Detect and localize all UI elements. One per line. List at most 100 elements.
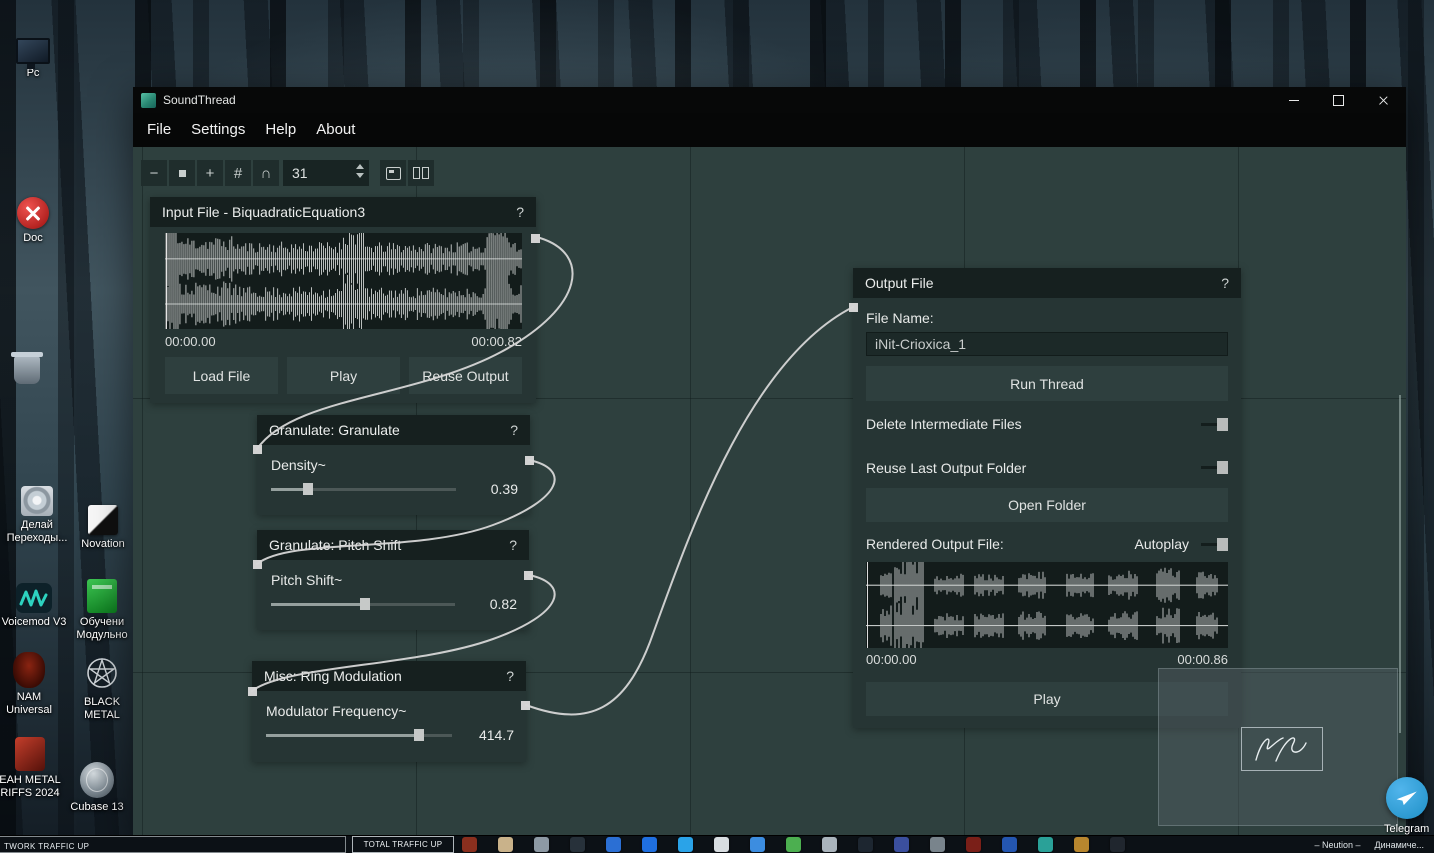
taskbar-app-icon[interactable] <box>1038 837 1053 852</box>
file-name-input[interactable] <box>866 332 1228 356</box>
menu-settings[interactable]: Settings <box>181 113 255 147</box>
density-slider[interactable] <box>271 483 456 495</box>
desktop-icon-obuchenie[interactable]: Обучени Модульно <box>66 575 138 642</box>
output-port[interactable] <box>531 234 540 243</box>
node-header[interactable]: Output File ? <box>853 268 1241 298</box>
help-icon[interactable]: ? <box>510 422 518 438</box>
close-button[interactable] <box>1361 87 1406 113</box>
pitch-shift-slider[interactable] <box>271 598 455 610</box>
select-tool-button[interactable] <box>169 160 195 186</box>
node-header[interactable]: Granulate: Granulate ? <box>257 415 530 445</box>
node-title: Granulate: Granulate <box>269 422 400 438</box>
input-port[interactable] <box>849 303 858 312</box>
slider-handle[interactable] <box>413 729 424 741</box>
reuse-output-button[interactable]: Reuse Output <box>409 357 522 394</box>
taskbar-app-icon[interactable] <box>750 837 765 852</box>
desktop-icon-nam-universal[interactable]: NAM Universal <box>0 650 62 717</box>
node-output-file[interactable]: Output File ? File Name: Run Thread Dele… <box>849 268 1241 728</box>
reuse-folder-toggle[interactable] <box>1201 461 1228 474</box>
slider-handle[interactable] <box>359 598 370 610</box>
help-icon[interactable]: ? <box>509 537 517 553</box>
input-waveform[interactable] <box>165 233 522 329</box>
taskbar-app-icon[interactable] <box>930 837 945 852</box>
taskbar-app-icon[interactable] <box>534 837 549 852</box>
taskbar-app-icon[interactable] <box>786 837 801 852</box>
taskbar-app-icon[interactable] <box>462 837 477 852</box>
monitor-button[interactable]: ∩ <box>253 160 279 186</box>
help-icon[interactable]: ? <box>1221 275 1229 291</box>
menu-file[interactable]: File <box>137 113 181 147</box>
maximize-button[interactable] <box>1316 87 1361 113</box>
node-pitch-shift[interactable]: Granulate: Pitch Shift ? Pitch Shift~ 0.… <box>253 530 533 630</box>
output-waveform[interactable] <box>866 562 1228 648</box>
input-port[interactable] <box>248 687 257 696</box>
input-port[interactable] <box>253 560 262 569</box>
desktop-icon-pc[interactable]: Pc <box>0 26 66 80</box>
grid-snap-button[interactable]: # <box>225 160 251 186</box>
network-traffic-widget[interactable]: TWORK TRAFFIC UP <box>0 836 346 853</box>
taskbar-app-icon[interactable] <box>498 837 513 852</box>
taskbar-app-icon[interactable] <box>858 837 873 852</box>
load-file-button[interactable]: Load File <box>165 357 278 394</box>
window-controls <box>1271 87 1406 113</box>
output-port[interactable] <box>525 456 534 465</box>
grid-size-spinbox[interactable] <box>283 160 369 186</box>
menu-about[interactable]: About <box>306 113 365 147</box>
desktop-icon-black-metal[interactable]: BLACK METAL <box>66 655 138 722</box>
spin-up-icon[interactable] <box>356 164 364 169</box>
taskbar-app-icon[interactable] <box>642 837 657 852</box>
grid-size-input[interactable] <box>283 160 354 186</box>
telegram-icon[interactable] <box>1385 777 1428 819</box>
help-icon[interactable]: ? <box>516 204 524 220</box>
taskbar-app-icon[interactable] <box>822 837 837 852</box>
menu-help[interactable]: Help <box>255 113 306 147</box>
delete-intermediate-toggle[interactable] <box>1201 417 1228 431</box>
node-ring-modulation[interactable]: Misc: Ring Modulation ? Modulator Freque… <box>248 661 530 762</box>
total-traffic-widget[interactable]: TOTAL TRAFFIC UP <box>352 836 454 853</box>
desktop-icon-cubase[interactable]: Cubase 13 <box>62 760 132 814</box>
taskbar-app-icon[interactable] <box>1002 837 1017 852</box>
node-header[interactable]: Input File - BiquadraticEquation3 ? <box>150 197 536 227</box>
taskbar-app-icon[interactable] <box>678 837 693 852</box>
node-header[interactable]: Granulate: Pitch Shift ? <box>257 530 529 560</box>
autoplay-toggle[interactable] <box>1201 537 1228 551</box>
fit-view-button[interactable] <box>380 160 406 186</box>
taskbar-app-icon[interactable] <box>966 837 981 852</box>
taskbar-app-icon[interactable] <box>1110 837 1125 852</box>
desktop-icon-perekhody[interactable]: Делай Переходы... <box>0 478 74 545</box>
desktop-icon-voicemod[interactable]: Voicemod V3 <box>0 575 70 629</box>
run-thread-button[interactable]: Run Thread <box>866 366 1228 401</box>
split-view-button[interactable] <box>408 160 434 186</box>
desktop-icon-doc[interactable]: Doc <box>0 191 66 245</box>
help-icon[interactable]: ? <box>506 668 514 684</box>
telegram-float[interactable]: Telegram <box>1384 777 1429 835</box>
taskbar[interactable]: TWORK TRAFFIC UP TOTAL TRAFFIC UP – Neut… <box>0 835 1434 853</box>
taskbar-app-icon[interactable] <box>894 837 909 852</box>
zoom-in-button[interactable]: + <box>197 160 223 186</box>
slider-handle[interactable] <box>303 483 313 495</box>
taskbar-app-icon[interactable] <box>570 837 585 852</box>
play-button[interactable]: Play <box>287 357 400 394</box>
minimize-button[interactable] <box>1271 87 1316 113</box>
taskbar-app-icon[interactable] <box>606 837 621 852</box>
output-port[interactable] <box>524 571 533 580</box>
node-granulate[interactable]: Granulate: Granulate ? Density~ 0.39 <box>253 415 534 515</box>
desktop-icon-novation[interactable]: Novation <box>68 497 138 551</box>
canvas-scrollbar[interactable] <box>1399 395 1404 733</box>
open-folder-button[interactable]: Open Folder <box>866 488 1228 522</box>
output-port[interactable] <box>521 701 530 710</box>
modulator-frequency-slider[interactable] <box>266 729 452 741</box>
taskbar-app-icon[interactable] <box>714 837 729 852</box>
node-input-file[interactable]: Input File - BiquadraticEquation3 ? 00:0… <box>150 197 540 403</box>
desktop-icon-recycle-bin[interactable] <box>0 346 60 387</box>
system-tray[interactable]: – Neution – Динамиче... <box>1314 836 1424 853</box>
desktop-icon-label: Doc <box>23 232 43 244</box>
error-doc-icon <box>17 197 49 229</box>
node-header[interactable]: Misc: Ring Modulation ? <box>252 661 526 691</box>
input-port[interactable] <box>253 445 262 454</box>
taskbar-app-icon[interactable] <box>1074 837 1089 852</box>
spin-down-icon[interactable] <box>356 173 364 178</box>
zoom-out-button[interactable]: − <box>141 160 167 186</box>
desktop-icon-eah-metal[interactable]: EAH METAL RIFFS 2024 <box>0 733 68 800</box>
titlebar[interactable]: SoundThread <box>133 87 1406 113</box>
